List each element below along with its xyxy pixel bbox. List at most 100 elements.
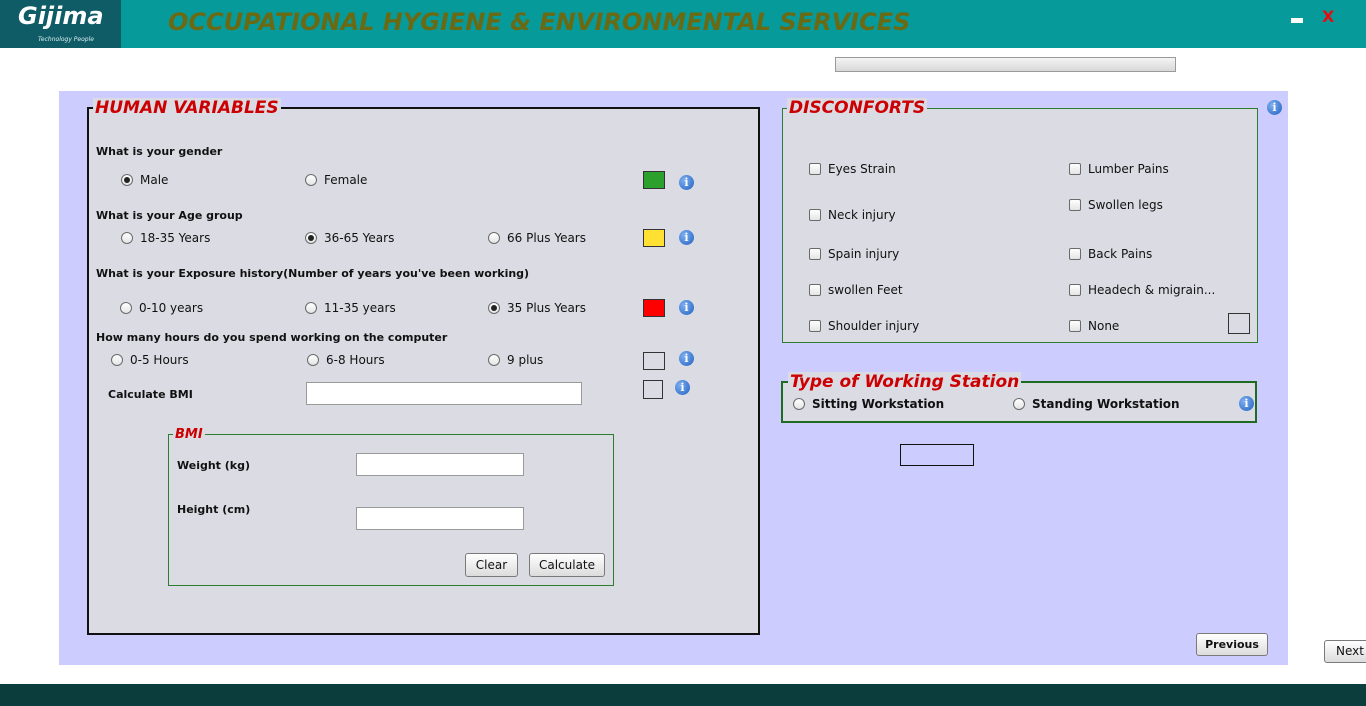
swollen-feet-checkbox[interactable] bbox=[809, 284, 821, 296]
hours-0-5-label: 0-5 Hours bbox=[130, 353, 189, 367]
discomforts-info-icon[interactable]: i bbox=[1267, 100, 1282, 115]
exposure-info-icon[interactable]: i bbox=[679, 300, 694, 315]
shoulder-injury-label: Shoulder injury bbox=[828, 319, 920, 333]
age-66-plus-label: 66 Plus Years bbox=[507, 231, 586, 245]
age-question: What is your Age group bbox=[96, 209, 243, 222]
exposure-option-11-35[interactable]: 11-35 years bbox=[305, 301, 396, 315]
hours-info-icon[interactable]: i bbox=[679, 351, 694, 366]
height-input[interactable] bbox=[356, 507, 524, 530]
discomfort-shoulder-injury[interactable]: Shoulder injury bbox=[809, 319, 919, 333]
clear-button[interactable]: Clear bbox=[465, 553, 518, 577]
back-pains-checkbox[interactable] bbox=[1069, 248, 1081, 260]
hours-9-plus-label: 9 plus bbox=[507, 353, 544, 367]
hours-0-5-radio[interactable] bbox=[111, 354, 123, 366]
gender-male-label: Male bbox=[140, 173, 169, 187]
gender-female-label: Female bbox=[324, 173, 368, 187]
bmi-indicator-swatch bbox=[643, 380, 663, 399]
discomfort-eyes-strain[interactable]: Eyes Strain bbox=[809, 162, 896, 176]
none-label: None bbox=[1088, 319, 1120, 333]
age-36-65-label: 36-65 Years bbox=[324, 231, 395, 245]
lumber-pains-label: Lumber Pains bbox=[1088, 162, 1169, 176]
swollen-legs-checkbox[interactable] bbox=[1069, 199, 1081, 211]
footer-bar bbox=[0, 684, 1366, 706]
eyes-strain-checkbox[interactable] bbox=[809, 163, 821, 175]
station-option-sitting[interactable]: Sitting Workstation bbox=[793, 397, 944, 411]
bmi-info-icon[interactable]: i bbox=[675, 380, 690, 395]
logo-text: Gijima bbox=[18, 2, 104, 30]
exposure-option-35-plus[interactable]: 35 Plus Years bbox=[488, 301, 586, 315]
neck-injury-label: Neck injury bbox=[828, 208, 896, 222]
spain-injury-label: Spain injury bbox=[828, 247, 900, 261]
headache-migraine-checkbox[interactable] bbox=[1069, 284, 1081, 296]
neck-injury-checkbox[interactable] bbox=[809, 209, 821, 221]
close-button[interactable]: X bbox=[1322, 7, 1334, 26]
discomfort-swollen-feet[interactable]: swollen Feet bbox=[809, 283, 903, 297]
hours-9-plus-radio[interactable] bbox=[488, 354, 500, 366]
gender-male-radio[interactable] bbox=[121, 174, 133, 186]
logo-tagline: Technology People bbox=[38, 36, 94, 43]
logo: Gijima Technology People bbox=[0, 0, 121, 48]
swollen-legs-label: Swollen legs bbox=[1088, 198, 1163, 212]
weight-input[interactable] bbox=[356, 453, 524, 476]
exposure-question: What is your Exposure history(Number of … bbox=[96, 267, 530, 280]
minimize-icon[interactable] bbox=[1291, 18, 1303, 23]
age-indicator-swatch bbox=[643, 229, 665, 247]
gender-option-female[interactable]: Female bbox=[305, 173, 367, 187]
none-checkbox[interactable] bbox=[1069, 320, 1081, 332]
discomfort-spain-injury[interactable]: Spain injury bbox=[809, 247, 899, 261]
exposure-0-10-radio[interactable] bbox=[120, 302, 132, 314]
bmi-result-field[interactable] bbox=[306, 382, 582, 405]
hours-option-9-plus[interactable]: 9 plus bbox=[488, 353, 543, 367]
discomfort-back-pains[interactable]: Back Pains bbox=[1069, 247, 1152, 261]
discomfort-headache-migraine[interactable]: Headech & migrain... bbox=[1069, 283, 1215, 297]
age-option-66-plus[interactable]: 66 Plus Years bbox=[488, 231, 586, 245]
age-option-36-65[interactable]: 36-65 Years bbox=[305, 231, 394, 245]
gender-info-icon[interactable]: i bbox=[679, 175, 694, 190]
swollen-feet-label: swollen Feet bbox=[828, 283, 903, 297]
age-option-18-35[interactable]: 18-35 Years bbox=[121, 231, 210, 245]
lumber-pains-checkbox[interactable] bbox=[1069, 163, 1081, 175]
exposure-35-plus-label: 35 Plus Years bbox=[507, 301, 586, 315]
age-info-icon[interactable]: i bbox=[679, 230, 694, 245]
gender-female-radio[interactable] bbox=[305, 174, 317, 186]
working-station-title: Type of Working Station bbox=[788, 372, 1022, 392]
calculate-button[interactable]: Calculate bbox=[529, 553, 605, 577]
next-button[interactable]: Next bbox=[1324, 640, 1366, 663]
discomfort-lumber-pains[interactable]: Lumber Pains bbox=[1069, 162, 1169, 176]
spain-injury-checkbox[interactable] bbox=[809, 248, 821, 260]
calculate-bmi-label: Calculate BMI bbox=[108, 388, 193, 401]
bmi-title: BMI bbox=[173, 427, 205, 442]
station-option-standing[interactable]: Standing Workstation bbox=[1013, 397, 1180, 411]
height-label: Height (cm) bbox=[177, 503, 251, 516]
headache-migraine-label: Headech & migrain... bbox=[1088, 283, 1216, 297]
hours-option-6-8[interactable]: 6-8 Hours bbox=[307, 353, 385, 367]
exposure-option-0-10[interactable]: 0-10 years bbox=[120, 301, 203, 315]
gender-option-male[interactable]: Male bbox=[121, 173, 168, 187]
app-title: OCCUPATIONAL HYGIENE & ENVIRONMENTAL SER… bbox=[168, 8, 911, 36]
hours-6-8-label: 6-8 Hours bbox=[326, 353, 385, 367]
age-66-plus-radio[interactable] bbox=[488, 232, 500, 244]
weight-label: Weight (kg) bbox=[177, 459, 251, 472]
previous-button[interactable]: Previous bbox=[1196, 633, 1268, 656]
progress-bar bbox=[835, 57, 1176, 72]
working-station-info-icon[interactable]: i bbox=[1239, 396, 1254, 411]
sitting-workstation-radio[interactable] bbox=[793, 398, 805, 410]
exposure-11-35-radio[interactable] bbox=[305, 302, 317, 314]
shoulder-injury-checkbox[interactable] bbox=[809, 320, 821, 332]
discomfort-swollen-legs[interactable]: Swollen legs bbox=[1069, 198, 1163, 212]
age-18-35-radio[interactable] bbox=[121, 232, 133, 244]
exposure-35-plus-radio[interactable] bbox=[488, 302, 500, 314]
eyes-strain-label: Eyes Strain bbox=[828, 162, 896, 176]
age-36-65-radio[interactable] bbox=[305, 232, 317, 244]
hours-option-0-5[interactable]: 0-5 Hours bbox=[111, 353, 189, 367]
gender-indicator-swatch bbox=[643, 171, 665, 189]
discomfort-neck-injury[interactable]: Neck injury bbox=[809, 208, 896, 222]
station-result-box bbox=[900, 444, 974, 466]
hours-6-8-radio[interactable] bbox=[307, 354, 319, 366]
discomfort-none[interactable]: None bbox=[1069, 319, 1119, 333]
exposure-11-35-label: 11-35 years bbox=[324, 301, 396, 315]
standing-workstation-label: Standing Workstation bbox=[1032, 397, 1180, 411]
discomforts-indicator-swatch bbox=[1228, 313, 1250, 334]
standing-workstation-radio[interactable] bbox=[1013, 398, 1025, 410]
human-variables-title: HUMAN VARIABLES bbox=[93, 98, 281, 118]
